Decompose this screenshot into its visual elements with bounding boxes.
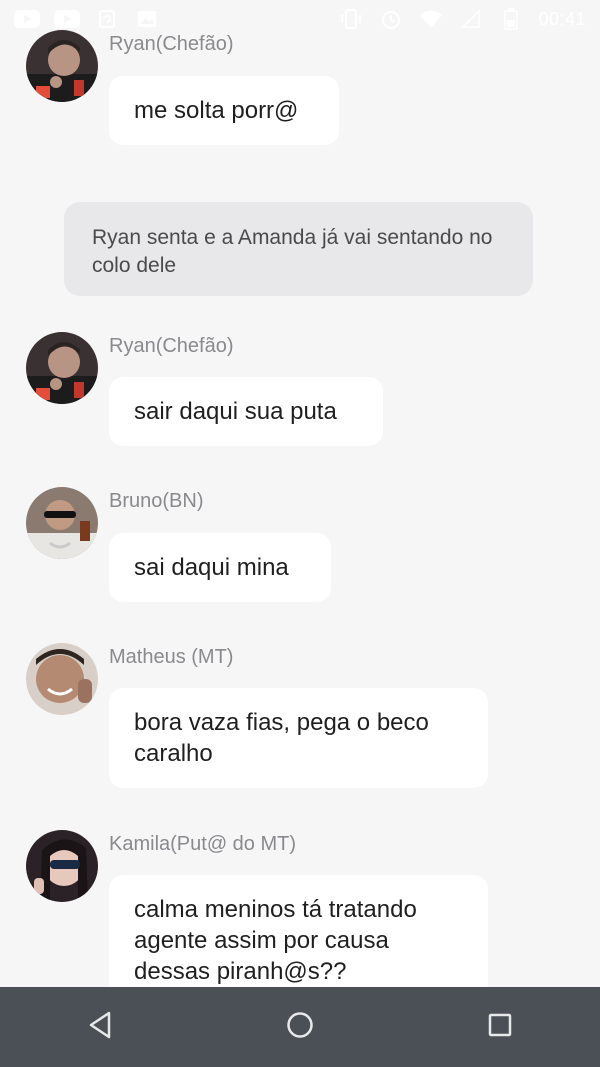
message-text: sai daqui mina: [134, 554, 289, 581]
status-bar: 00:41: [0, 0, 600, 38]
message-text-line: caralho: [134, 740, 213, 767]
message-bubble[interactable]: calma meninos tá tratando agente assim p…: [109, 875, 488, 987]
home-icon: [286, 1011, 314, 1044]
back-button[interactable]: [70, 997, 130, 1057]
narration-text: Ryan senta e a Amanda já vai sentando no…: [92, 226, 493, 277]
recents-icon: [488, 1013, 512, 1042]
chat-feed[interactable]: Ryan(Chefão) me solta porr@ Ryan senta e…: [0, 0, 600, 987]
matheus-avatar[interactable]: [26, 643, 98, 715]
message-text-line: bora vaza fias, pega o beco: [134, 709, 429, 736]
message-text-line: agente assim por causa: [134, 927, 389, 954]
sender-name: Kamila(Put@ do MT): [109, 833, 297, 855]
vibrate-icon: [338, 9, 364, 29]
home-button[interactable]: [270, 997, 330, 1057]
gallery-icon: [134, 9, 160, 29]
sender-name: Bruno(BN): [109, 490, 204, 512]
message-text-line: calma meninos tá tratando: [134, 896, 417, 923]
sender-name: Ryan(Chefão): [109, 335, 234, 357]
bruno-avatar[interactable]: [26, 487, 98, 559]
message-text-line: dessas piranh@s??: [134, 958, 347, 985]
message-bubble[interactable]: sair daqui sua puta: [109, 377, 383, 446]
wifi-icon: [418, 9, 444, 29]
clock-time: 00:41: [538, 8, 586, 29]
alarm-icon: [378, 9, 404, 29]
signal-icon: [458, 9, 484, 29]
ryan-avatar[interactable]: [26, 30, 98, 102]
ryan-avatar[interactable]: [26, 332, 98, 404]
message-bubble[interactable]: sai daqui mina: [109, 533, 331, 602]
message-bubble[interactable]: bora vaza fias, pega o beco caralho: [109, 688, 488, 788]
youtube-icon: [14, 9, 40, 29]
message-bubble[interactable]: me solta porr@: [109, 76, 339, 145]
sync-icon: [94, 9, 120, 29]
recents-button[interactable]: [470, 997, 530, 1057]
message-text: me solta porr@: [134, 97, 299, 124]
battery-icon: [498, 8, 524, 30]
kamila-avatar[interactable]: [26, 830, 98, 902]
navigation-bar: [0, 987, 600, 1067]
narration-bubble[interactable]: Ryan senta e a Amanda já vai sentando no…: [64, 202, 533, 296]
back-icon: [87, 1011, 113, 1044]
message-text: sair daqui sua puta: [134, 398, 337, 425]
youtube-icon: [54, 9, 80, 29]
sender-name: Matheus (MT): [109, 646, 234, 668]
